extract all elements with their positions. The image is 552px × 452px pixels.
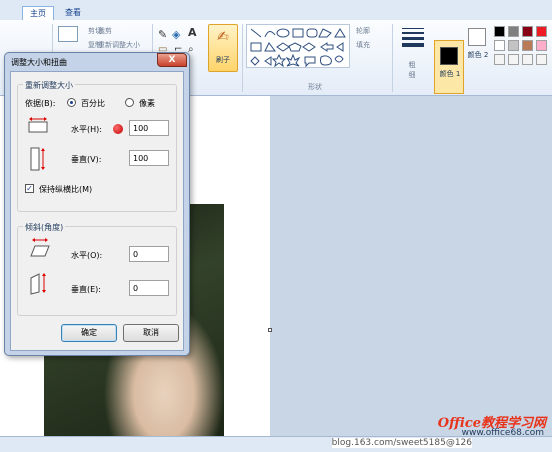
shapes-gallery[interactable]	[246, 24, 350, 68]
color2-swatch[interactable]	[468, 28, 486, 46]
brush-button[interactable]: ✍ 刷子	[208, 24, 238, 72]
watermark-url: www.office68.com	[461, 428, 544, 438]
pixels-label[interactable]: 像素	[139, 98, 155, 109]
keep-ratio-checkbox[interactable]: ✓	[25, 184, 34, 193]
keep-ratio-label[interactable]: 保持纵横比(M)	[39, 184, 92, 195]
palette-swatch[interactable]	[536, 26, 547, 37]
percent-label[interactable]: 百分比	[81, 98, 105, 109]
resize-skew-dialog: 调整大小和扭曲 X 重新调整大小 依据(B): 百分比 像素 水平(H): 垂直…	[4, 52, 190, 356]
palette-swatch-empty[interactable]	[522, 54, 533, 65]
line-size-icon[interactable]	[402, 26, 424, 48]
select-icon[interactable]	[58, 26, 78, 42]
horizontal-input[interactable]	[129, 120, 169, 136]
skew-section-title: 倾斜(角度)	[23, 222, 66, 233]
by-label: 依据(B):	[25, 99, 56, 108]
skew-vertical-input[interactable]	[129, 280, 169, 296]
palette-swatch[interactable]	[508, 40, 519, 51]
vertical-skew-icon	[30, 273, 46, 295]
palette-swatch-empty[interactable]	[494, 54, 505, 65]
outline-dropdown[interactable]: 轮廓	[356, 26, 370, 36]
skew-horizontal-label: 水平(O):	[71, 251, 103, 260]
resize-button[interactable]: 重新调整大小	[98, 40, 140, 50]
ok-button[interactable]: 确定	[61, 324, 117, 342]
horizontal-label: 水平(H):	[71, 125, 102, 134]
dialog-body: 重新调整大小 依据(B): 百分比 像素 水平(H): 垂直(V): ✓ 保持纵…	[10, 71, 184, 351]
color1-swatch	[440, 47, 458, 65]
fill-dropdown[interactable]: 填充	[356, 40, 370, 50]
tab-home[interactable]: 主页	[22, 6, 54, 20]
color1-label: 颜色 1	[439, 70, 461, 78]
palette-swatch[interactable]	[536, 40, 547, 51]
color2-label[interactable]: 颜色 2	[466, 50, 490, 60]
tab-bar: 主页 查看	[0, 6, 552, 20]
palette-swatch-empty[interactable]	[536, 54, 547, 65]
dialog-title: 调整大小和扭曲	[11, 58, 67, 67]
pencil-icon[interactable]: ✎	[158, 28, 167, 41]
pixels-radio[interactable]	[125, 98, 134, 107]
shapes-group-label: 形状	[308, 83, 322, 91]
shapes-gallery-icons	[250, 28, 346, 68]
resize-section-title: 重新调整大小	[23, 80, 75, 91]
color1-button[interactable]: 颜色 1	[434, 40, 464, 94]
palette-swatch[interactable]	[522, 26, 533, 37]
fill-bucket-icon[interactable]: ◈	[172, 28, 180, 41]
close-button[interactable]: X	[157, 53, 187, 67]
brush-label: 刷子	[216, 56, 230, 64]
palette-swatch-empty[interactable]	[508, 54, 519, 65]
skew-horizontal-input[interactable]	[129, 246, 169, 262]
percent-radio[interactable]	[67, 98, 76, 107]
crop-button[interactable]: 裁剪	[98, 26, 112, 36]
cursor-dot-icon	[113, 124, 123, 134]
text-icon[interactable]: A	[188, 26, 197, 39]
skew-vertical-label: 垂直(E):	[71, 285, 101, 294]
watermark-blog: blog.163.com/sweet5185@126	[331, 438, 472, 448]
vertical-resize-icon	[30, 147, 45, 171]
ribbon-divider	[242, 24, 243, 92]
cancel-button[interactable]: 取消	[123, 324, 179, 342]
palette-swatch[interactable]	[494, 26, 505, 37]
size-label[interactable]: 粗细	[406, 60, 418, 80]
brush-icon: ✍	[217, 29, 229, 45]
vertical-label: 垂直(V):	[71, 155, 102, 164]
palette-swatch[interactable]	[508, 26, 519, 37]
canvas-resize-handle[interactable]	[268, 328, 272, 332]
palette-swatch[interactable]	[522, 40, 533, 51]
palette-swatch[interactable]	[494, 40, 505, 51]
vertical-input[interactable]	[129, 150, 169, 166]
horizontal-resize-icon	[28, 117, 48, 133]
horizontal-skew-icon	[30, 238, 50, 257]
ribbon-divider	[392, 24, 393, 92]
tab-view[interactable]: 查看	[58, 6, 88, 20]
